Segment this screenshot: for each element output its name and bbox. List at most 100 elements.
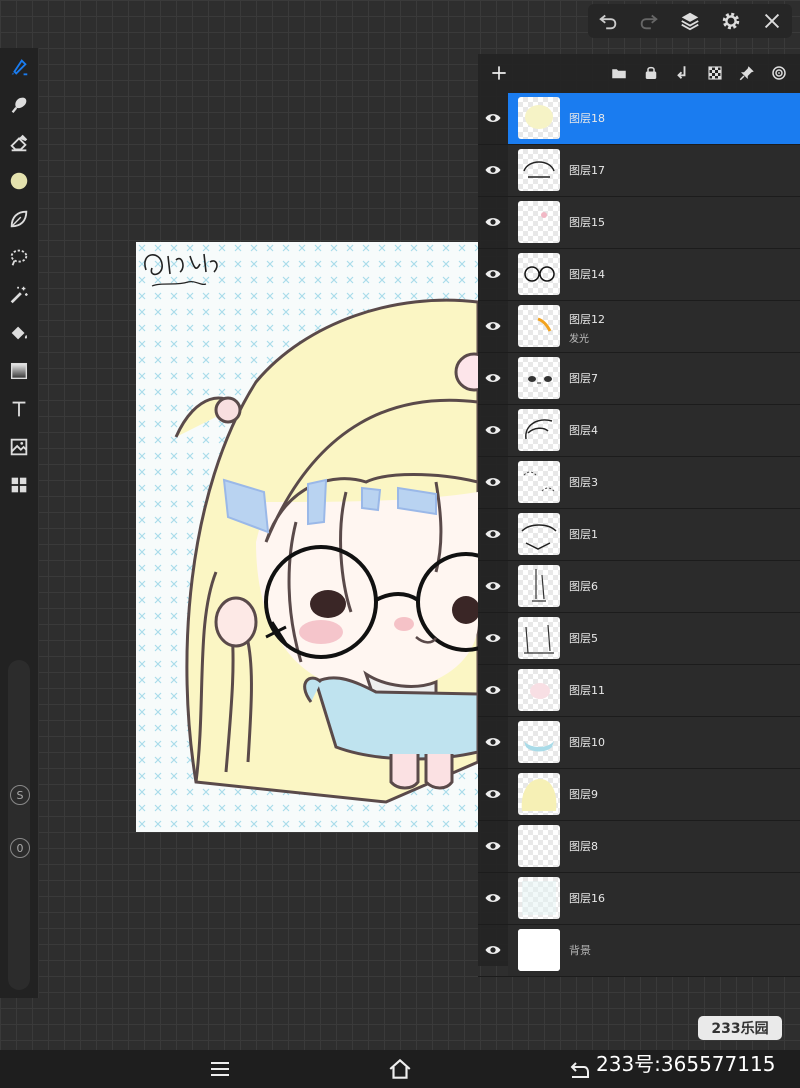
lock-icon[interactable] [638,60,664,86]
layer-body[interactable]: 图层10 [508,717,800,768]
eye-icon[interactable] [482,575,504,597]
smudge-icon[interactable] [0,86,38,124]
layer-row[interactable]: 图层15 [478,197,800,249]
layer-row[interactable]: 图层4 [478,405,800,457]
eraser-icon[interactable] [0,124,38,162]
layer-name: 图层12 [569,313,605,326]
layer-row[interactable]: 图层3 [478,457,800,509]
layer-body[interactable]: 图层1 [508,509,800,560]
layer-body[interactable]: 图层5 [508,613,800,664]
layer-row[interactable]: 图层16 [478,873,800,925]
eye-icon[interactable] [482,367,504,389]
layer-thumbnail [518,305,560,347]
plus-icon[interactable] [486,60,512,86]
eye-icon[interactable] [482,211,504,233]
eye-icon[interactable] [482,835,504,857]
size-label: S [10,785,30,805]
layer-body[interactable]: 图层4 [508,405,800,456]
eye-icon[interactable] [482,471,504,493]
layer-body[interactable]: 图层17 [508,145,800,196]
layer-name: 图层5 [569,632,598,645]
layer-thumbnail [518,97,560,139]
layer-body[interactable]: 图层6 [508,561,800,612]
eye-icon[interactable] [482,627,504,649]
layer-body[interactable]: 图层11 [508,665,800,716]
eye-icon[interactable] [482,523,504,545]
layer-row[interactable]: 图层11 [478,665,800,717]
home-icon[interactable] [386,1056,414,1082]
layer-body[interactable]: 图层16 [508,873,800,924]
drawing-canvas[interactable] [136,242,478,832]
layer-row[interactable]: 图层5 [478,613,800,665]
layer-body[interactable]: 图层15 [508,197,800,248]
layers-icon[interactable] [677,8,703,34]
folder-icon[interactable] [606,60,632,86]
eye-icon[interactable] [482,107,504,129]
back-icon[interactable] [566,1056,594,1082]
layer-body[interactable]: 图层12 发光 [508,301,800,352]
layer-row[interactable]: 图层12 发光 [478,301,800,353]
transparency-icon[interactable] [702,60,728,86]
layer-row[interactable]: 图层9 [478,769,800,821]
layer-body[interactable]: 图层14 [508,249,800,300]
layers-panel: 图层18 图层17 图层15 图层14 图层12 发光图层7 图层4 图层3 图层1 图层6 图层5… [478,54,800,977]
eye-icon[interactable] [482,731,504,753]
settings-icon[interactable] [718,8,744,34]
lasso-icon[interactable] [0,238,38,276]
layer-thumbnail [518,565,560,607]
layer-thumbnail [518,409,560,451]
eye-icon[interactable] [482,887,504,909]
gradient-icon[interactable] [0,352,38,390]
text-icon[interactable] [0,390,38,428]
eye-icon[interactable] [482,419,504,441]
layer-name: 图层10 [569,736,605,749]
layer-name: 图层6 [569,580,598,593]
layer-row[interactable]: 图层1 [478,509,800,561]
layer-row[interactable]: 背景 [478,925,800,977]
brush-size-slider[interactable]: S 0 [8,660,30,990]
watermark-logo: 233乐园 [698,1016,782,1040]
layer-name: 图层7 [569,372,598,385]
redo-icon[interactable] [636,8,662,34]
layer-row[interactable]: 图层6 [478,561,800,613]
eye-icon[interactable] [482,159,504,181]
eye-icon[interactable] [482,679,504,701]
layer-name: 图层3 [569,476,598,489]
merge-down-icon[interactable] [670,60,696,86]
magic-wand-icon[interactable] [0,276,38,314]
target-icon[interactable] [766,60,792,86]
eye-icon[interactable] [482,263,504,285]
layer-name: 背景 [569,944,591,957]
close-icon[interactable] [759,8,785,34]
layer-row[interactable]: 图层8 [478,821,800,873]
layer-body[interactable]: 图层8 [508,821,800,872]
layer-row[interactable]: 图层18 [478,93,800,145]
layer-body[interactable]: 背景 [508,925,800,976]
paint-bucket-icon[interactable] [0,314,38,352]
layer-thumbnail [518,825,560,867]
layer-name: 图层16 [569,892,605,905]
eye-icon[interactable] [482,315,504,337]
pin-icon[interactable] [734,60,760,86]
left-toolbar: S 0 [0,48,39,998]
layer-name: 图层15 [569,216,605,229]
grid-icon[interactable] [0,466,38,504]
color-swatch[interactable] [0,162,38,200]
layer-row[interactable]: 图层14 [478,249,800,301]
layer-body[interactable]: 图层18 [508,93,800,144]
image-adjust-icon[interactable] [0,428,38,466]
menu-icon[interactable] [206,1056,234,1082]
layer-row[interactable]: 图层17 [478,145,800,197]
layer-name: 图层8 [569,840,598,853]
layer-body[interactable]: 图层9 [508,769,800,820]
undo-icon[interactable] [595,8,621,34]
layer-thumbnail [518,773,560,815]
eye-icon[interactable] [482,783,504,805]
layer-body[interactable]: 图层3 [508,457,800,508]
leaf-brush-icon[interactable] [0,200,38,238]
eye-icon[interactable] [482,939,504,961]
layer-row[interactable]: 图层7 [478,353,800,405]
brush-icon[interactable] [0,48,38,86]
layer-body[interactable]: 图层7 [508,353,800,404]
layer-row[interactable]: 图层10 [478,717,800,769]
